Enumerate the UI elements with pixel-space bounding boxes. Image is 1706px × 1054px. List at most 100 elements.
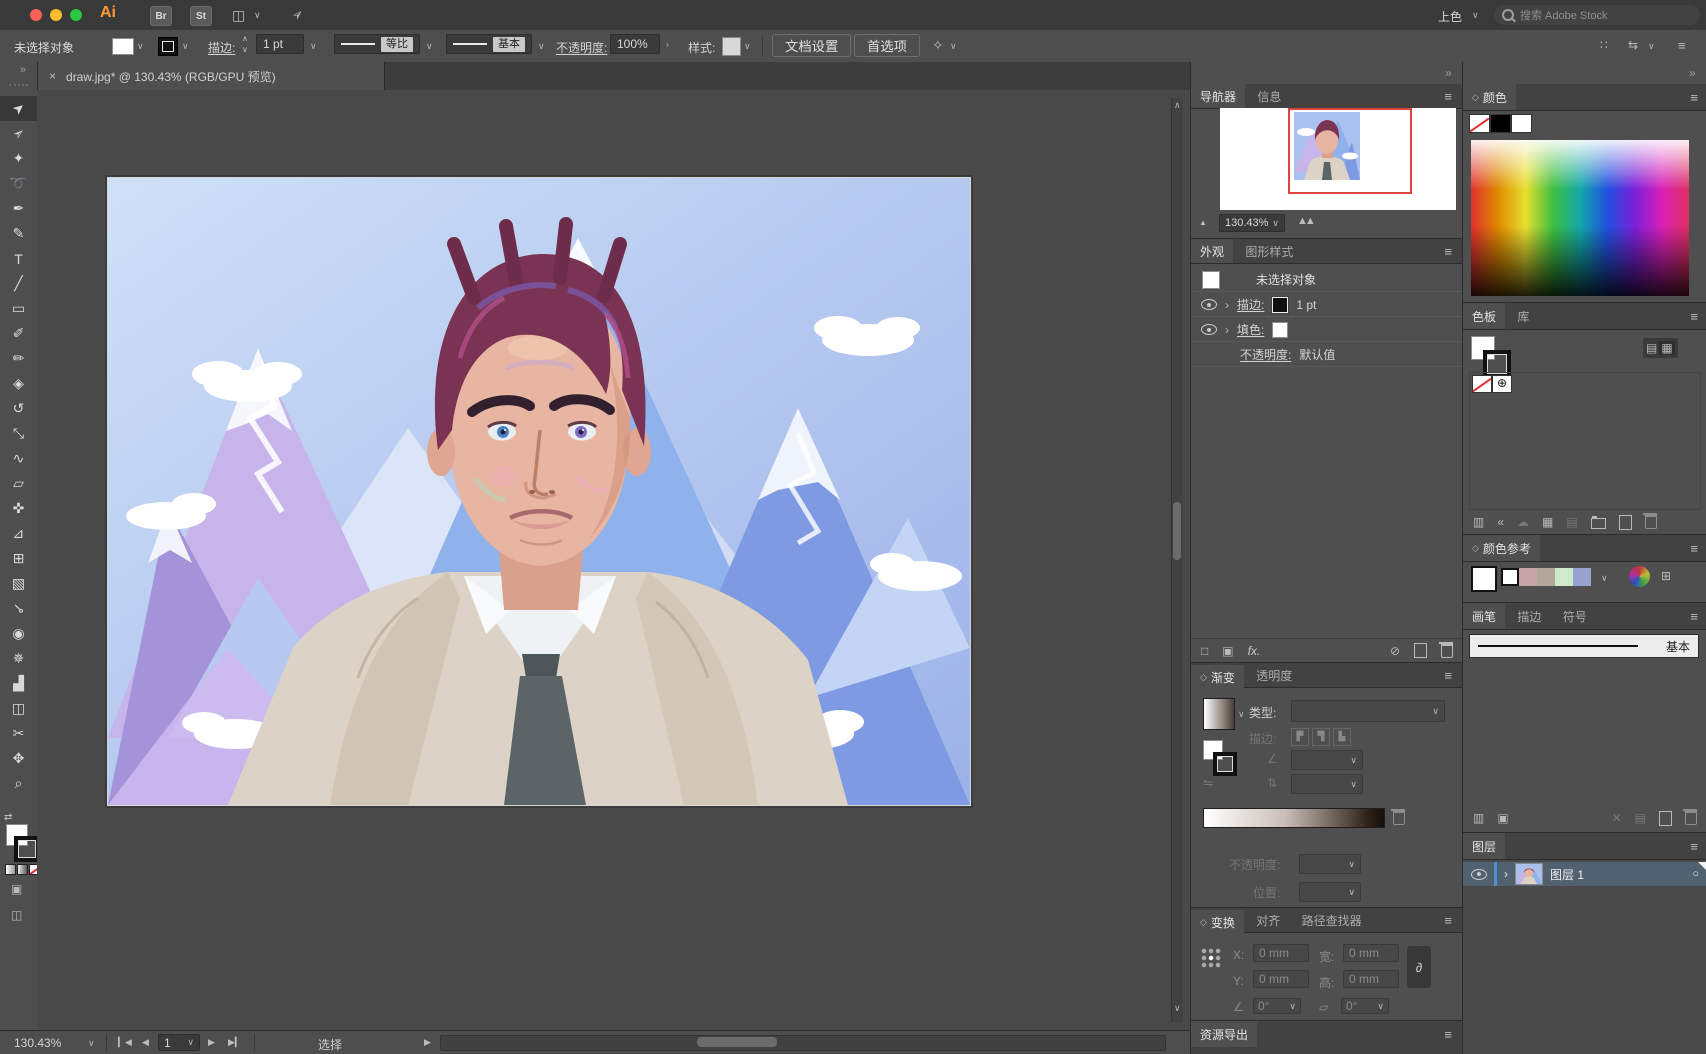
brushes-menu-icon[interactable]: ≡ — [1690, 609, 1697, 624]
tool-eyedropper[interactable]: ⊸ — [0, 596, 37, 621]
shear-angle-field[interactable]: 0°∨ — [1341, 998, 1389, 1014]
fill-color-chevron[interactable]: ∨ — [137, 42, 144, 51]
tool-line-segment[interactable]: ╱ — [0, 271, 37, 296]
navigator-proxy-rect[interactable] — [1288, 108, 1412, 194]
layer-row[interactable]: › 图层 1 ○ — [1463, 862, 1706, 886]
stroke-visibility-eye-icon[interactable] — [1201, 299, 1217, 310]
stroke-across-button[interactable]: ▙ — [1333, 728, 1351, 746]
tab-color[interactable]: ◇颜色 — [1463, 84, 1516, 110]
appearance-stroke-label[interactable]: 描边: — [1237, 296, 1264, 313]
rotate-angle-field[interactable]: 0°∨ — [1253, 998, 1301, 1014]
swatch-options-icon[interactable]: ▤ — [1566, 515, 1577, 529]
tool-gradient[interactable]: ▧ — [0, 571, 37, 596]
layer-expand-chevron[interactable]: › — [1504, 868, 1508, 880]
swatch-libraries-icon[interactable]: ▥ — [1473, 515, 1484, 529]
white-color-swatch[interactable] — [1511, 114, 1532, 133]
black-color-swatch[interactable] — [1490, 114, 1511, 133]
variant-swatch[interactable] — [1555, 568, 1573, 586]
appearance-opacity-label[interactable]: 不透明度: — [1240, 346, 1291, 363]
swap-fill-stroke-icon[interactable]: ⇄ — [4, 812, 12, 823]
opacity-flyout-arrow[interactable]: › — [666, 40, 669, 49]
document-setup-button[interactable]: 文档设置 — [772, 34, 851, 57]
color-mode-button[interactable] — [5, 864, 16, 875]
zoom-window-button[interactable] — [70, 9, 82, 21]
brush-chevron[interactable]: ∨ — [538, 42, 545, 51]
gradient-angle-dropdown[interactable]: ∨ — [1291, 750, 1363, 770]
list-view-icon[interactable]: ▤ — [1646, 341, 1657, 355]
tab-transparency[interactable]: 透明度 — [1247, 663, 1301, 687]
selection-options-icon[interactable]: ✧ — [932, 37, 944, 54]
tab-appearance[interactable]: 外观 — [1191, 239, 1233, 263]
navigator-preview[interactable] — [1220, 108, 1456, 210]
tool-lasso[interactable]: ➰ — [0, 171, 37, 196]
swatch-none[interactable] — [1472, 375, 1492, 393]
grid-options-icon[interactable]: ∷ — [1600, 38, 1608, 52]
selection-options-chevron[interactable]: ∨ — [950, 42, 957, 51]
arrange-documents-chevron[interactable]: ∨ — [1648, 42, 1655, 51]
gradient-location-dropdown[interactable]: ∨ — [1299, 882, 1361, 902]
reference-point-locator[interactable] — [1201, 948, 1221, 968]
minimize-window-button[interactable] — [50, 9, 62, 21]
layers-menu-icon[interactable]: ≡ — [1690, 839, 1697, 854]
duplicate-item-icon[interactable] — [1414, 643, 1427, 658]
add-effect-icon[interactable]: fx. — [1248, 644, 1261, 658]
next-artboard-button[interactable]: ▶ — [208, 1037, 215, 1048]
grid-view-icon[interactable]: ▦ — [1659, 341, 1674, 355]
zoom-level-value[interactable]: 130.43% — [14, 1036, 61, 1050]
screen-mode-icon[interactable]: ◫ — [11, 908, 22, 922]
stroke-within-button[interactable]: ▛ — [1291, 728, 1309, 746]
variant-swatch[interactable] — [1519, 568, 1537, 586]
layer-target-icon[interactable]: ○ — [1692, 868, 1699, 880]
tool-rotate[interactable]: ↺ — [0, 396, 37, 421]
tool-free-transform[interactable]: ▱ — [0, 471, 37, 496]
bridge-button[interactable]: Br — [150, 6, 172, 26]
layer-visibility-eye-icon[interactable] — [1471, 869, 1487, 880]
stroke-profile-chevron[interactable]: ∨ — [426, 42, 433, 51]
navigator-zoom-field[interactable]: 130.43%∨ — [1219, 214, 1285, 232]
variant-swatch[interactable] — [1537, 568, 1555, 586]
draw-mode-icon[interactable]: ▣ — [11, 882, 22, 896]
stroke-along-button[interactable]: ▜ — [1312, 728, 1330, 746]
color-guide-base-swatch[interactable] — [1471, 566, 1497, 592]
zoom-in-icon[interactable]: ▲▲ — [1297, 215, 1313, 227]
last-artboard-button[interactable]: ▶▎ — [228, 1037, 242, 1048]
delete-gradient-stop-icon[interactable] — [1393, 811, 1405, 825]
appearance-row-fill[interactable]: › 填色: — [1191, 318, 1463, 342]
transform-menu-icon[interactable]: ≡ — [1444, 913, 1451, 928]
tab-graphic-styles[interactable]: 图形样式 — [1236, 239, 1302, 263]
fill-expand-chevron[interactable]: › — [1225, 324, 1229, 336]
tool-curvature[interactable]: ✎ — [0, 221, 37, 246]
tool-direct-selection[interactable]: ➣ — [0, 121, 37, 146]
tab-brushes[interactable]: 画笔 — [1463, 603, 1505, 629]
gradient-thumbnail-chevron[interactable]: ∨ — [1238, 710, 1245, 719]
tab-asset-export[interactable]: 资源导出 — [1191, 1021, 1257, 1047]
gradient-fill-thumbnail[interactable] — [1203, 698, 1235, 730]
arrange-documents-icon[interactable]: ⇆ — [1628, 38, 1638, 52]
tool-mesh[interactable]: ⊞ — [0, 546, 37, 571]
toolbar-drag-handle[interactable] — [9, 84, 28, 89]
tool-selection[interactable]: ➤ — [0, 96, 37, 121]
tab-stroke[interactable]: 描边 — [1508, 603, 1550, 629]
tool-artboard[interactable]: ◫ — [0, 696, 37, 721]
tool-eraser[interactable]: ◈ — [0, 371, 37, 396]
previous-artboard-button[interactable]: ◀ — [142, 1037, 149, 1048]
canvas-vscrollbar[interactable]: ∧ ∨ — [1171, 98, 1183, 1022]
new-color-group-icon[interactable] — [1591, 518, 1606, 529]
tool-slice[interactable]: ✂ — [0, 721, 37, 746]
transform-w-field[interactable]: 0 mm — [1343, 944, 1399, 962]
tool-column-graph[interactable]: ▟ — [0, 671, 37, 696]
tool-zoom[interactable]: ⌕ — [0, 771, 37, 796]
brush-options-icon[interactable]: ▤ — [1635, 811, 1646, 825]
tab-transform[interactable]: ◇变换 — [1191, 910, 1244, 934]
tool-paintbrush[interactable]: ✐ — [0, 321, 37, 346]
gradient-slider[interactable] — [1203, 808, 1385, 828]
scroll-down-icon[interactable]: ∨ — [1174, 1004, 1181, 1013]
status-flyout-arrow[interactable]: ▶ — [424, 1037, 431, 1048]
preferences-button[interactable]: 首选项 — [854, 34, 920, 57]
stroke-weight-stepper[interactable]: ∧∨ — [242, 33, 248, 55]
toolbar-collapse-icon[interactable]: » — [20, 64, 26, 76]
swatch-kinds-icon[interactable]: « — [1497, 515, 1504, 529]
brush-cc-library-icon[interactable]: ▣ — [1497, 811, 1508, 825]
gradient-menu-icon[interactable]: ≡ — [1444, 668, 1451, 683]
tab-align[interactable]: 对齐 — [1247, 908, 1289, 932]
